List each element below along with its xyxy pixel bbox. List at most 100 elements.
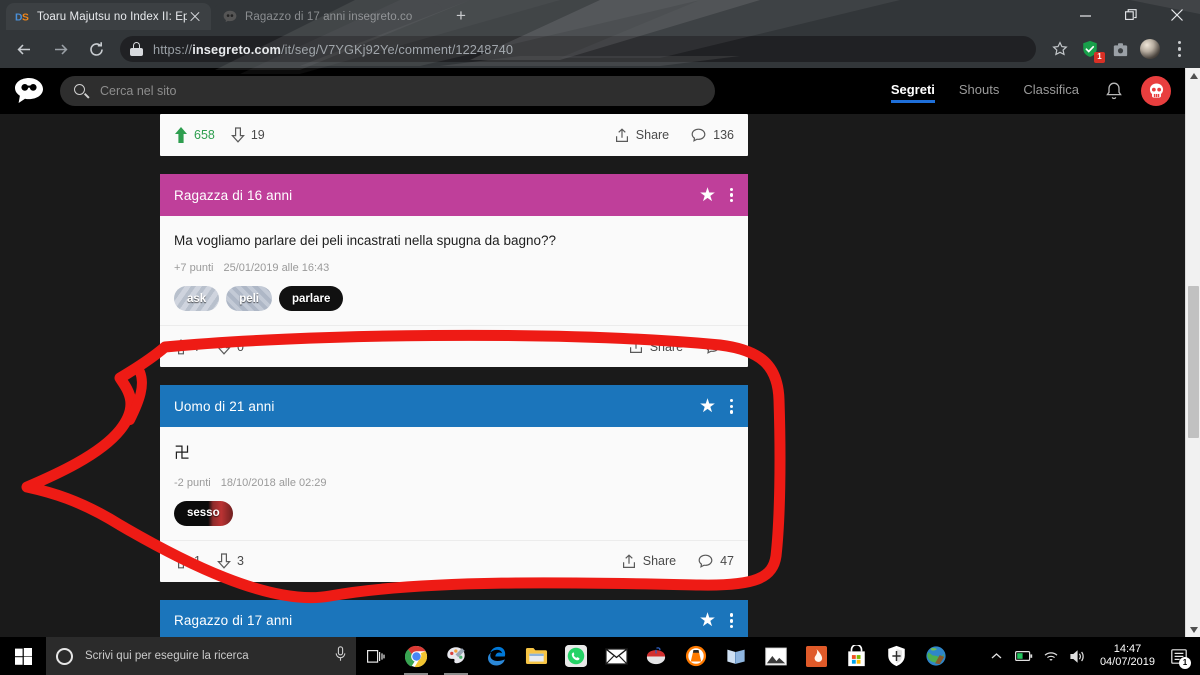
adblock-shield-icon[interactable]: 1: [1076, 35, 1105, 63]
windows-start-icon[interactable]: [0, 637, 46, 675]
share-label: Share: [642, 554, 677, 569]
favorite-star-icon[interactable]: ★: [699, 186, 716, 205]
notification-bell-icon[interactable]: [1105, 81, 1123, 101]
nav-item-segreti[interactable]: Segreti: [890, 82, 935, 103]
upvote-button[interactable]: 7: [174, 338, 201, 355]
nav-item-shouts[interactable]: Shouts: [959, 82, 999, 101]
earth-icon[interactable]: [916, 637, 956, 675]
downvote-button[interactable]: 3: [217, 553, 244, 570]
share-button[interactable]: Share: [629, 339, 683, 354]
close-icon[interactable]: [187, 9, 203, 25]
comments-button[interactable]: 47: [698, 554, 734, 568]
task-view-icon[interactable]: [356, 637, 396, 675]
comment-count: 3: [727, 339, 734, 354]
system-tray: 14:47 04/07/2019 1: [984, 637, 1200, 675]
whatsapp-icon[interactable]: [556, 637, 596, 675]
new-tab-button[interactable]: +: [452, 7, 470, 25]
clock-date: 04/07/2019: [1099, 656, 1155, 668]
book-icon[interactable]: [716, 637, 756, 675]
insegreto-mask-logo[interactable]: [12, 76, 46, 106]
clock-time: 14:47: [1113, 643, 1142, 655]
tag-chip[interactable]: sesso: [174, 500, 233, 526]
search-input[interactable]: Cerca nel sito: [60, 76, 715, 106]
mouse-icon[interactable]: [636, 637, 676, 675]
chrome-icon[interactable]: [396, 637, 436, 675]
action-center-icon[interactable]: 1: [1164, 637, 1194, 675]
restore-icon[interactable]: [1108, 0, 1154, 30]
card-header-actions: ★: [699, 611, 734, 630]
paint-3d-icon[interactable]: [436, 637, 476, 675]
back-icon[interactable]: [9, 34, 39, 64]
card-header: Ragazza di 16 anni ★: [160, 174, 748, 216]
favorite-star-icon[interactable]: ★: [699, 611, 716, 630]
footer-actions: Share 136: [615, 127, 734, 143]
card-author: Ragazzo di 17 anni: [174, 613, 293, 629]
page-scrollbar[interactable]: [1185, 68, 1200, 637]
microsoft-store-icon[interactable]: [836, 637, 876, 675]
svg-text:S: S: [22, 12, 29, 23]
secret-card[interactable]: Ragazza di 16 anni ★ Ma vogliamo parlare…: [160, 174, 748, 368]
taskbar-search[interactable]: Scrivi qui per eseguire la ricerca: [46, 637, 356, 675]
wifi-icon[interactable]: [1038, 637, 1064, 675]
edge-icon[interactable]: [476, 637, 516, 675]
browser-tab-inactive[interactable]: Ragazzo di 17 anni insegreto.co: [214, 3, 442, 30]
insegreto-mask-icon: [222, 9, 238, 25]
browser-tab-active[interactable]: D S Toaru Majutsu no Index II: Episod: [6, 3, 211, 30]
extension-icon[interactable]: [1106, 35, 1134, 63]
comments-button[interactable]: 3: [705, 340, 734, 354]
comments-button[interactable]: 136: [691, 128, 734, 142]
profile-avatar[interactable]: [1136, 35, 1164, 63]
mail-icon[interactable]: [596, 637, 636, 675]
url-path: /it/seg/V7YGKj92Ye/comment/12248740: [281, 41, 514, 57]
share-button[interactable]: Share: [615, 127, 669, 143]
bookmark-star-icon[interactable]: [1046, 35, 1074, 63]
card-tags: ask peli parlare: [174, 286, 734, 321]
vote-group: 658 19: [174, 127, 265, 143]
skull-avatar[interactable]: [1141, 76, 1171, 106]
secret-card[interactable]: Ragazzo di 17 anni ★: [160, 599, 748, 637]
card-partial-top: 658 19 Share 136: [160, 114, 748, 156]
file-explorer-icon[interactable]: [516, 637, 556, 675]
firefox-icon[interactable]: [796, 637, 836, 675]
photos-icon[interactable]: [756, 637, 796, 675]
card-date: 18/10/2018 alle 02:29: [220, 476, 327, 489]
minimize-icon[interactable]: [1062, 0, 1108, 30]
search-placeholder: Cerca nel sito: [100, 84, 177, 98]
volume-icon[interactable]: [1065, 637, 1091, 675]
card-author: Uomo di 21 anni: [174, 398, 275, 414]
card-menu-icon[interactable]: [730, 398, 734, 414]
address-bar[interactable]: https://insegreto.com/it/seg/V7YGKj92Ye/…: [120, 36, 1036, 62]
forward-icon[interactable]: [45, 34, 75, 64]
downvote-button[interactable]: 0: [217, 339, 244, 355]
tag-chip[interactable]: ask: [174, 286, 219, 312]
card-menu-icon[interactable]: [730, 613, 734, 629]
close-icon[interactable]: [1154, 0, 1200, 30]
show-hidden-icons-icon[interactable]: [984, 637, 1010, 675]
taskbar-clock[interactable]: 14:47 04/07/2019: [1092, 643, 1163, 669]
upvote-button[interactable]: 1: [174, 553, 201, 569]
comment-count: 136: [713, 128, 734, 142]
chrome-menu-icon[interactable]: [1166, 35, 1194, 63]
card-header: Ragazzo di 17 anni ★: [160, 599, 748, 637]
card-menu-icon[interactable]: [730, 187, 734, 203]
share-button[interactable]: Share: [622, 554, 676, 569]
windows-defender-icon[interactable]: [876, 637, 916, 675]
secret-card-highlighted[interactable]: Uomo di 21 anni ★ 卍 -2 punti 18/10/2018 a…: [160, 385, 748, 582]
tag-chip[interactable]: parlare: [279, 286, 344, 312]
screen: D S Toaru Majutsu no Index II: Episod Ra…: [0, 0, 1200, 675]
scroll-down-icon[interactable]: [1186, 622, 1200, 637]
favorite-star-icon[interactable]: ★: [699, 397, 716, 416]
scroll-up-icon[interactable]: [1186, 68, 1200, 83]
battery-icon[interactable]: [1011, 637, 1037, 675]
downvote-count: 19: [250, 128, 265, 142]
scrollbar-thumb[interactable]: [1188, 286, 1199, 438]
card-meta: -2 punti 18/10/2018 alle 02:29: [174, 477, 734, 489]
reload-icon[interactable]: [81, 34, 111, 64]
downvote-button[interactable]: 19: [230, 127, 265, 143]
upvote-button[interactable]: 658: [174, 127, 215, 143]
microphone-icon[interactable]: [335, 645, 346, 667]
nav-item-classifica[interactable]: Classifica: [1023, 82, 1079, 101]
windows-taskbar: Scrivi qui per eseguire la ricerca 14:47…: [0, 637, 1200, 675]
vlc-icon[interactable]: [676, 637, 716, 675]
tag-chip[interactable]: peli: [226, 286, 272, 312]
